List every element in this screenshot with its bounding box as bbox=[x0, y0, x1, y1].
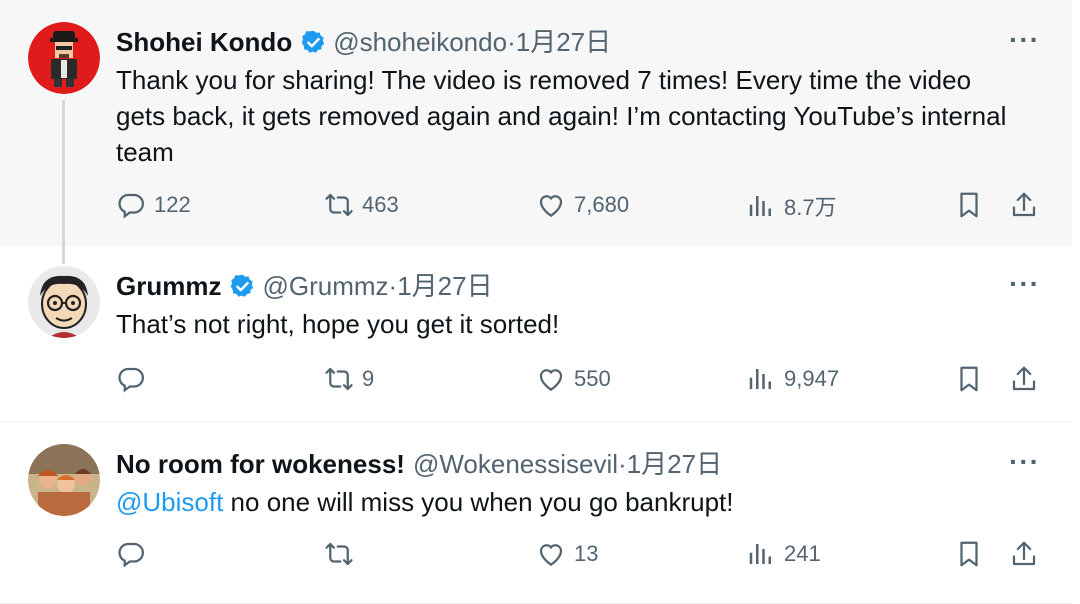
timestamp[interactable]: 1月27日 bbox=[397, 270, 492, 302]
reply-icon bbox=[116, 364, 146, 394]
share-icon bbox=[1009, 539, 1039, 569]
views-icon bbox=[746, 191, 776, 221]
thread-line bbox=[62, 100, 65, 264]
action-bar: 122 463 7,680 8.7万 bbox=[116, 190, 1046, 230]
bookmark-button[interactable] bbox=[954, 364, 984, 394]
share-icon bbox=[1009, 364, 1039, 394]
reply-button[interactable]: 122 bbox=[116, 190, 191, 220]
tweet-text: That’s not right, hope you get it sorted… bbox=[116, 309, 560, 339]
display-name[interactable]: Grummz bbox=[116, 270, 221, 302]
mention-link[interactable]: @Ubisoft bbox=[116, 487, 223, 517]
views-button[interactable]: 241 bbox=[746, 539, 821, 569]
avatar-image bbox=[28, 266, 100, 338]
like-count: 13 bbox=[574, 541, 599, 566]
retweet-count: 463 bbox=[362, 192, 399, 217]
display-name[interactable]: No room for wokeness! bbox=[116, 448, 405, 480]
views-count: 8.7万 bbox=[784, 195, 837, 220]
like-button[interactable]: 7,680 bbox=[536, 190, 629, 220]
retweet-button[interactable]: 463 bbox=[324, 190, 399, 220]
reply-icon bbox=[116, 539, 146, 569]
share-button[interactable] bbox=[1009, 190, 1039, 220]
avatar[interactable] bbox=[28, 22, 100, 94]
separator: · bbox=[388, 271, 398, 301]
like-count: 550 bbox=[574, 366, 611, 391]
tweet-wokenessisevil[interactable]: No room for wokeness! @Wokenessisevil · … bbox=[0, 422, 1072, 604]
like-button[interactable]: 550 bbox=[536, 364, 611, 394]
tweet-text: @Ubisoft no one will miss you when you g… bbox=[116, 484, 1012, 520]
bookmark-button[interactable] bbox=[954, 539, 984, 569]
display-name[interactable]: Shohei Kondo bbox=[116, 26, 292, 58]
reply-button[interactable] bbox=[116, 364, 146, 394]
views-count: 9,947 bbox=[784, 366, 840, 391]
reply-icon bbox=[116, 190, 146, 220]
views-button[interactable]: 9,947 bbox=[746, 364, 839, 394]
tweet-text-body: no one will miss you when you go bankrup… bbox=[223, 487, 734, 517]
handle[interactable]: @shoheikondo bbox=[333, 26, 507, 58]
handle[interactable]: @Grummz bbox=[262, 270, 388, 302]
tweet-header: Shohei Kondo @shoheikondo · 1月27日 bbox=[116, 26, 611, 58]
timestamp[interactable]: 1月27日 bbox=[516, 26, 611, 58]
avatar-image bbox=[28, 22, 100, 94]
action-bar: 9 550 9,947 bbox=[116, 364, 1046, 404]
bookmark-button[interactable] bbox=[954, 190, 984, 220]
reply-button[interactable] bbox=[116, 539, 146, 569]
retweet-icon bbox=[324, 364, 354, 394]
views-count: 241 bbox=[784, 541, 821, 566]
share-icon bbox=[1009, 190, 1039, 220]
views-button[interactable]: 8.7万 bbox=[746, 190, 837, 222]
reply-count: 122 bbox=[154, 192, 191, 217]
separator: · bbox=[507, 27, 516, 57]
heart-icon bbox=[536, 364, 566, 394]
avatar[interactable] bbox=[28, 266, 100, 338]
tweet-grummz[interactable]: Grummz @Grummz · 1月27日 ··· That’s not ri… bbox=[0, 246, 1072, 422]
separator: · bbox=[618, 449, 627, 479]
share-button[interactable] bbox=[1009, 364, 1039, 394]
heart-icon bbox=[536, 539, 566, 569]
handle[interactable]: @Wokenessisevil bbox=[413, 448, 618, 480]
bookmark-icon bbox=[954, 539, 984, 569]
tweet-text: Thank you for sharing! The video is remo… bbox=[116, 65, 1007, 167]
retweet-icon bbox=[324, 539, 354, 569]
more-options-icon[interactable]: ··· bbox=[1009, 446, 1040, 478]
retweet-button[interactable] bbox=[324, 539, 354, 569]
verified-icon bbox=[300, 29, 327, 56]
timestamp[interactable]: 1月27日 bbox=[627, 448, 722, 480]
like-count: 7,680 bbox=[574, 192, 630, 217]
retweet-button[interactable]: 9 bbox=[324, 364, 374, 394]
action-bar: 13 241 bbox=[116, 539, 1046, 579]
more-options-icon[interactable]: ··· bbox=[1009, 24, 1040, 56]
share-button[interactable] bbox=[1009, 539, 1039, 569]
verified-icon bbox=[229, 273, 256, 300]
like-button[interactable]: 13 bbox=[536, 539, 598, 569]
heart-icon bbox=[536, 190, 566, 220]
tweet-header: No room for wokeness! @Wokenessisevil · … bbox=[116, 448, 722, 480]
avatar-image bbox=[28, 444, 100, 516]
retweet-icon bbox=[324, 190, 354, 220]
bookmark-icon bbox=[954, 190, 984, 220]
retweet-count: 9 bbox=[362, 366, 375, 391]
more-options-icon[interactable]: ··· bbox=[1009, 268, 1040, 300]
views-icon bbox=[746, 364, 776, 394]
tweet-header: Grummz @Grummz · 1月27日 bbox=[116, 270, 493, 302]
tweet-shoheikondo[interactable]: Shohei Kondo @shoheikondo · 1月27日 ··· Th… bbox=[0, 0, 1072, 264]
views-icon bbox=[746, 539, 776, 569]
avatar[interactable] bbox=[28, 444, 100, 516]
bookmark-icon bbox=[954, 364, 984, 394]
